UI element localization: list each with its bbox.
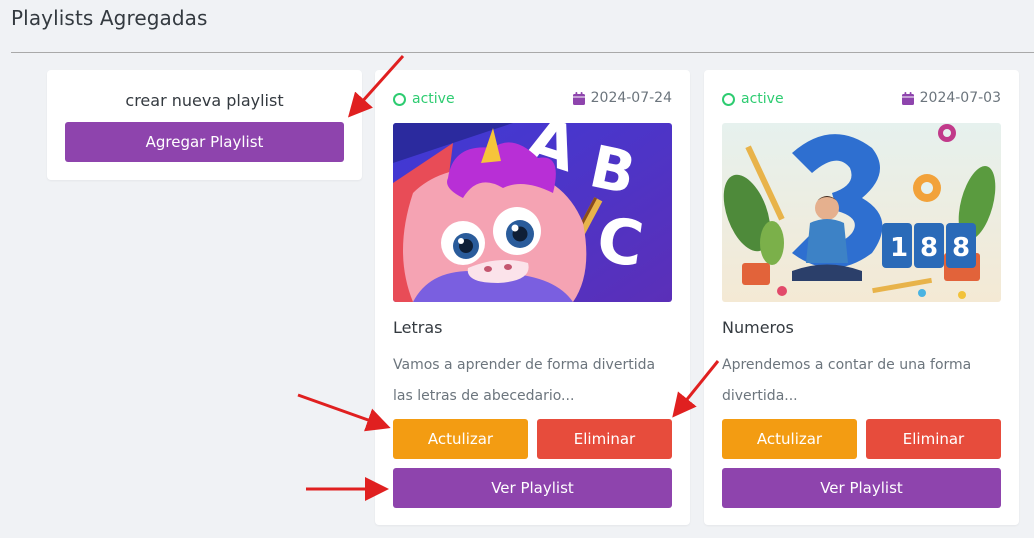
calendar-icon: [572, 91, 585, 105]
playlist-description: Vamos a aprender de forma divertida las …: [393, 357, 656, 404]
playlist-name: Letras: [393, 318, 443, 337]
circle-status-icon: [393, 92, 406, 106]
playlist-thumbnail[interactable]: 1 8 8: [722, 123, 1001, 302]
view-playlist-button[interactable]: Ver Playlist: [393, 468, 672, 508]
calendar-icon: [901, 91, 914, 105]
playlist-name: Numeros: [722, 318, 794, 337]
delete-button[interactable]: Eliminar: [537, 419, 672, 459]
delete-button[interactable]: Eliminar: [866, 419, 1001, 459]
status-label: active: [412, 91, 455, 107]
date-label: 2024-07-03: [919, 90, 1001, 106]
playlist-date: 2024-07-24: [572, 90, 672, 106]
annotation-arrow: [297, 393, 391, 432]
status-label: active: [741, 91, 784, 107]
svg-text:1: 1: [890, 233, 908, 263]
date-label: 2024-07-24: [590, 90, 672, 106]
circle-status-icon: [722, 92, 735, 106]
status-indicator: active: [393, 91, 455, 107]
update-button[interactable]: Actulizar: [722, 419, 857, 459]
svg-text:8: 8: [920, 233, 938, 263]
page-title: Playlists Agregadas: [11, 6, 208, 30]
svg-text:8: 8: [952, 233, 970, 263]
playlist-card-numeros: active 2024-07-03 1 8 8 Numeros Aprendem…: [704, 70, 1019, 525]
title-divider: [11, 52, 1034, 53]
update-button[interactable]: Actulizar: [393, 419, 528, 459]
view-playlist-button[interactable]: Ver Playlist: [722, 468, 1001, 508]
create-playlist-title: crear nueva playlist: [125, 91, 284, 110]
playlist-date: 2024-07-03: [901, 90, 1001, 106]
playlist-thumbnail[interactable]: A B C: [393, 123, 672, 302]
create-playlist-card: crear nueva playlist Agregar Playlist: [47, 70, 362, 180]
playlist-description: Aprendemos a contar de una forma diverti…: [722, 357, 972, 404]
add-playlist-button[interactable]: Agregar Playlist: [65, 122, 344, 162]
status-indicator: active: [722, 91, 784, 107]
numbers-child-illustration: 1 8 8: [722, 123, 1001, 302]
letters-unicorn-illustration: A B C: [393, 123, 672, 302]
playlist-card-letras: active 2024-07-24 A B C Letras Vamos a a…: [375, 70, 690, 525]
